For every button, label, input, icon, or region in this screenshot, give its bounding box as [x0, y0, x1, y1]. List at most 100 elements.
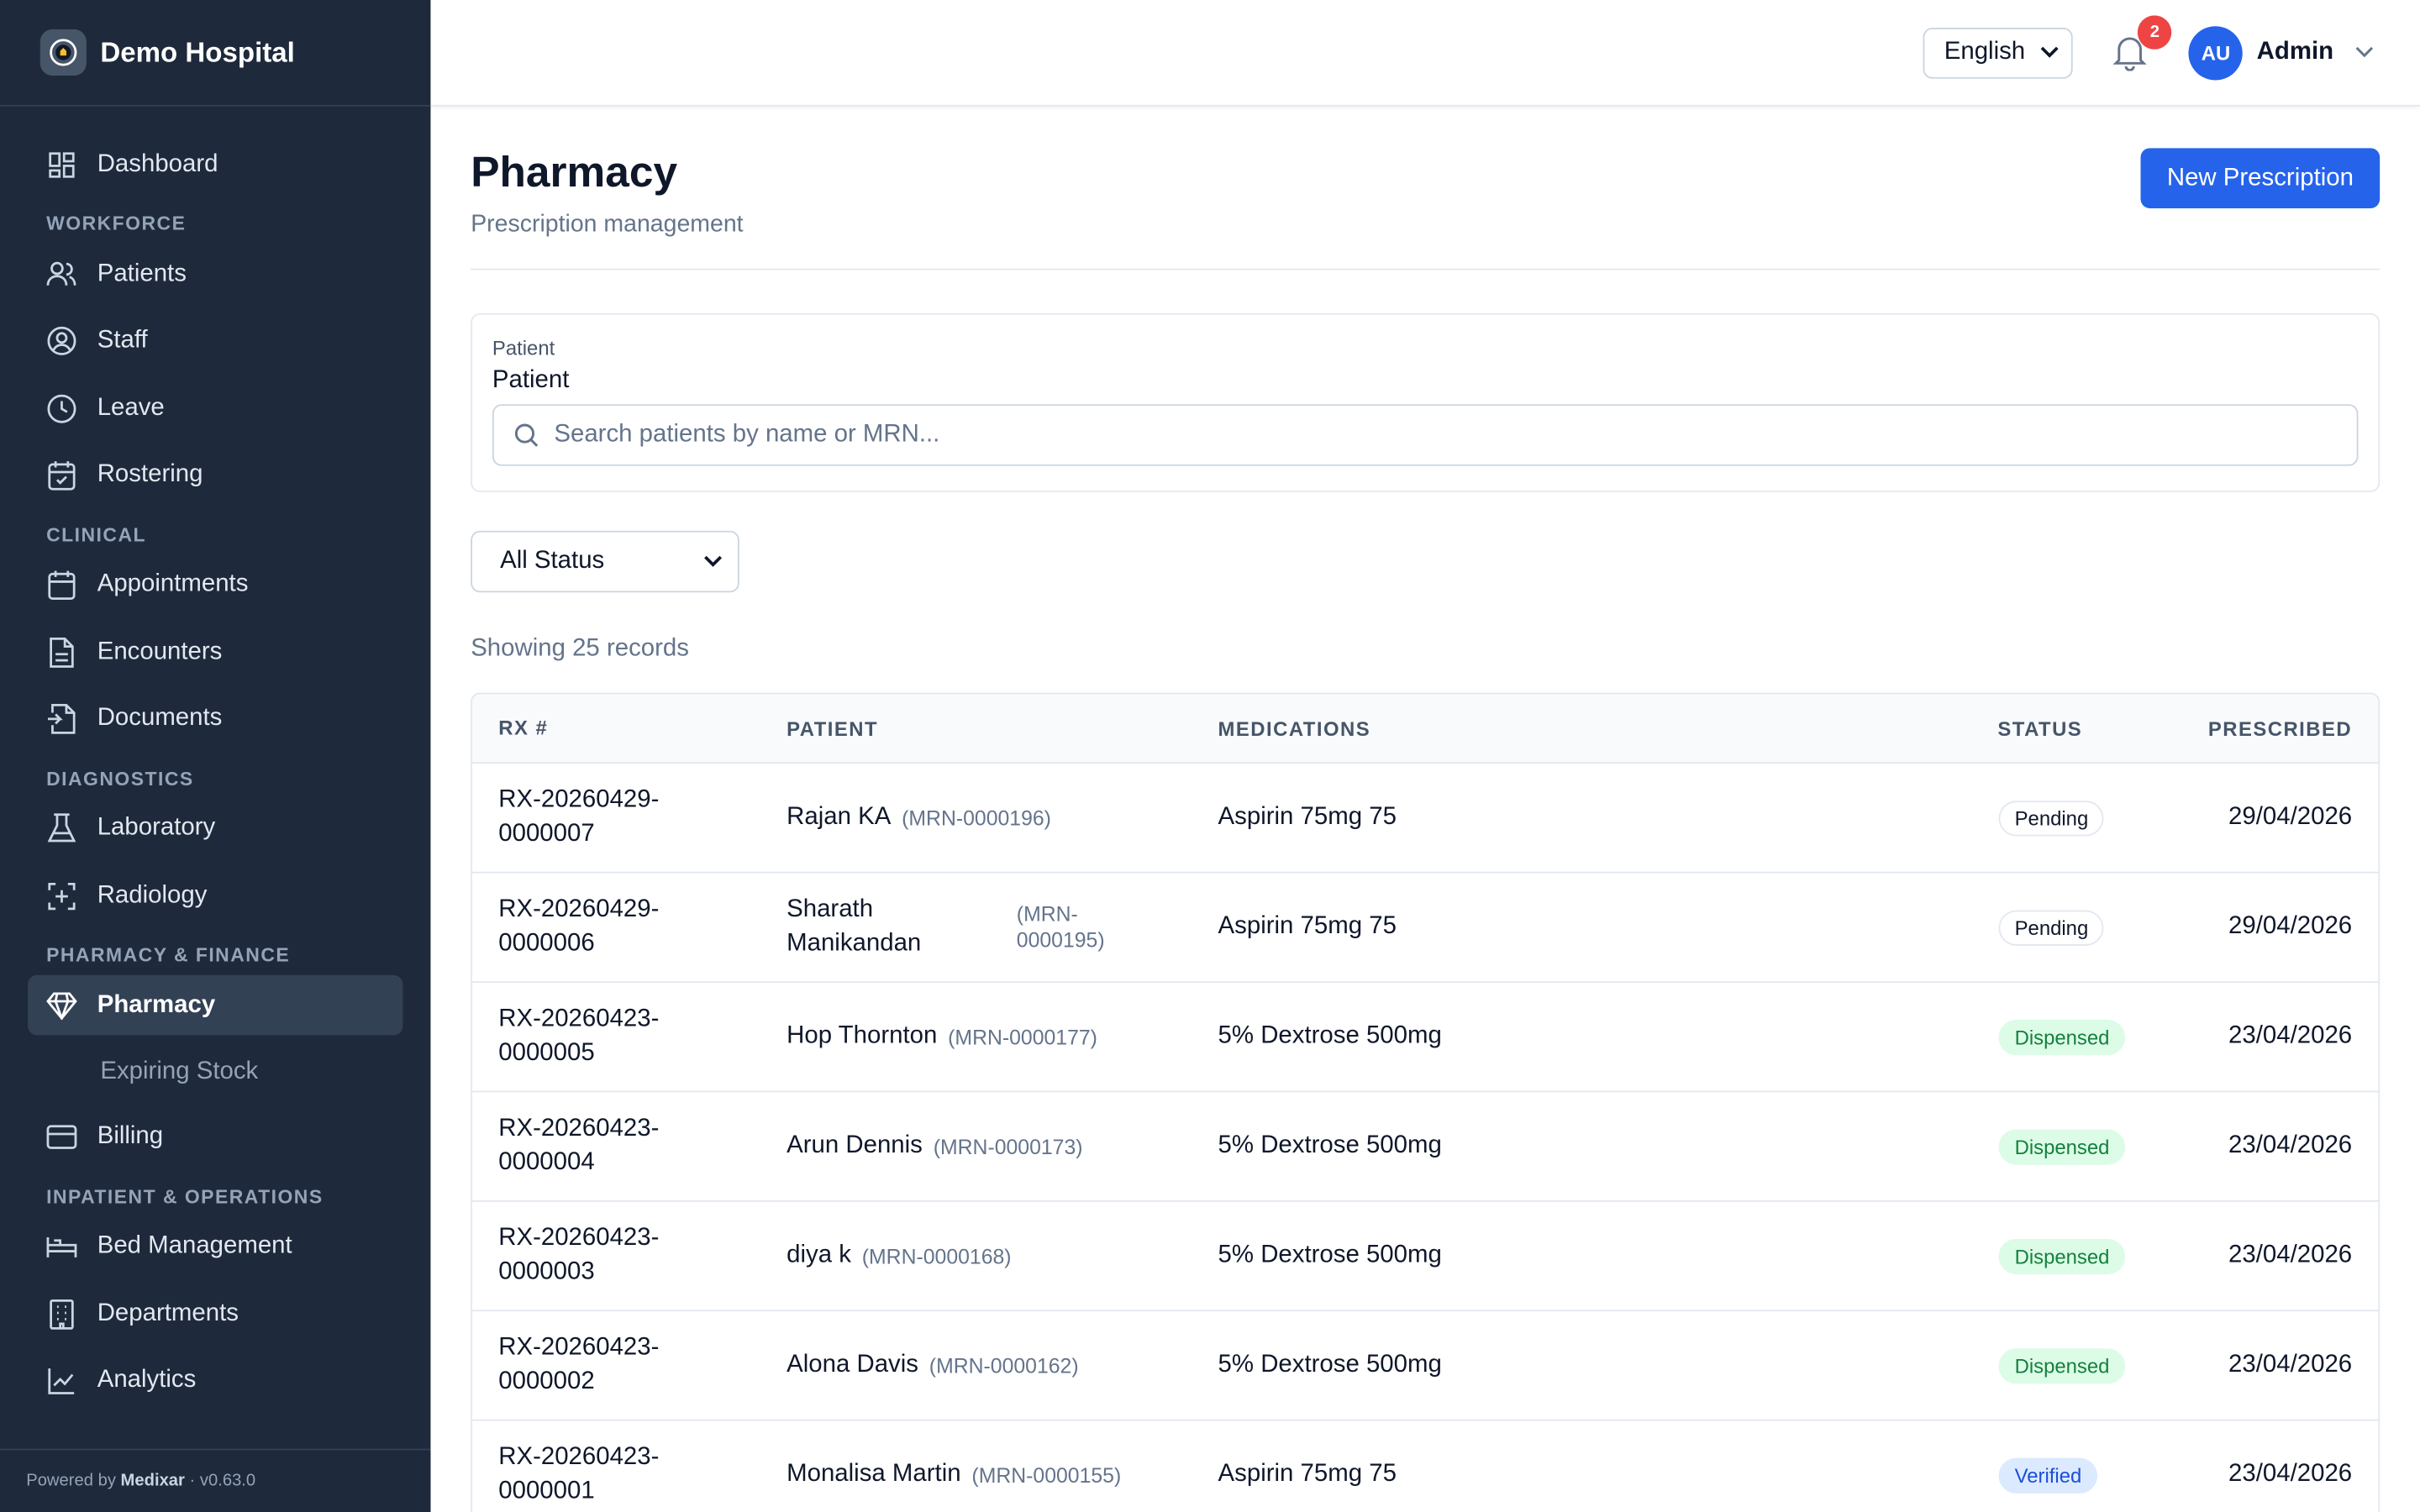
user-name[interactable]: Admin: [2257, 39, 2333, 66]
sidebar-item-analytics[interactable]: Analytics: [28, 1351, 402, 1411]
medications: Aspirin 75mg 75: [1218, 1461, 1397, 1488]
prescribed-date: 29/04/2026: [2228, 803, 2353, 831]
patient-name[interactable]: Monalisa Martin: [786, 1461, 960, 1488]
brand[interactable]: Demo Hospital: [0, 0, 431, 107]
patient-name[interactable]: Sharath Manikandan: [786, 893, 1017, 961]
sidebar-item-rostering[interactable]: Rostering: [28, 445, 402, 506]
calendar-icon: [46, 570, 77, 601]
sidebar-item-billing[interactable]: Billing: [28, 1107, 402, 1168]
status-cell: Dispensed: [1971, 1019, 2186, 1055]
rx-number[interactable]: RX-20260423- 0000004: [472, 1112, 786, 1180]
prescribed-date: 23/04/2026: [2228, 1132, 2353, 1159]
sidebar-subitem-expiring-stock[interactable]: Expiring Stock: [0, 1042, 430, 1101]
search-icon: [514, 423, 539, 447]
table-row[interactable]: RX-20260423- 0000004 Arun Dennis (MRN-0000…: [472, 1092, 2379, 1202]
table-row[interactable]: RX-20260423- 0000005 Hop Thornton (MRN-000…: [472, 983, 2379, 1093]
patient-mrn: (MRN-0000177): [948, 1025, 1097, 1049]
patient-name[interactable]: diya k: [786, 1242, 851, 1270]
patient-search-input[interactable]: Search patients by name or MRN...: [492, 404, 2359, 466]
medications: Aspirin 75mg 75: [1218, 803, 1397, 831]
language-value: English: [1944, 38, 2026, 66]
sidebar-item-appointments[interactable]: Appointments: [28, 554, 402, 615]
column-header-prescribed[interactable]: PRESCRIBED: [2186, 717, 2378, 740]
rx-number[interactable]: RX-20260423- 0000001: [472, 1441, 786, 1509]
sidebar-item-pharmacy[interactable]: Pharmacy: [28, 974, 403, 1036]
table-row[interactable]: RX-20260423- 0000003 diya k (MRN-0000168) …: [472, 1202, 2379, 1312]
sidebar-item-departments[interactable]: Departments: [28, 1284, 402, 1344]
table-row[interactable]: RX-20260429- 0000006 Sharath Manikandan (M…: [472, 874, 2379, 983]
sidebar-item-label: Rostering: [97, 461, 203, 488]
sidebar-item-label: Appointments: [97, 570, 249, 597]
sidebar-item-radiology[interactable]: Radiology: [28, 865, 402, 926]
new-prescription-button[interactable]: New Prescription: [2140, 148, 2381, 208]
flask-icon: [46, 813, 77, 844]
patient-name[interactable]: Rajan KA: [786, 804, 891, 832]
status-filter-select[interactable]: All Status: [471, 530, 739, 593]
sidebar-footer: Powered by Medixar · v0.63.0: [0, 1448, 431, 1512]
scan-icon: [46, 880, 77, 911]
prescribed-date: 23/04/2026: [2228, 1351, 2353, 1378]
main-nav: Dashboard WORKFORCE Patients Staff Leave…: [0, 107, 430, 1411]
rx-number[interactable]: RX-20260429- 0000007: [472, 784, 786, 852]
sidebar-item-patients[interactable]: Patients: [28, 244, 402, 304]
sidebar-item-leave[interactable]: Leave: [28, 378, 402, 438]
section-diagnostics: DIAGNOSTICS: [46, 767, 194, 790]
line-chart-icon: [46, 1365, 77, 1396]
language-select[interactable]: English: [1923, 27, 2074, 78]
notifications-button[interactable]: 2: [2112, 15, 2172, 71]
rx-number-part: 0000002: [498, 1368, 595, 1395]
sidebar-item-label: Bed Management: [97, 1232, 292, 1259]
rx-number[interactable]: RX-20260423- 0000003: [472, 1222, 786, 1290]
vendor-name: Medixar: [120, 1472, 185, 1491]
sidebar-item-encounters[interactable]: Encounters: [28, 622, 402, 682]
prescribed-date: 23/04/2026: [2228, 1022, 2353, 1049]
sidebar-item-documents[interactable]: Documents: [28, 689, 402, 749]
sidebar-item-label: Analytics: [97, 1367, 197, 1394]
medications: 5% Dextrose 500mg: [1218, 1132, 1442, 1159]
avatar[interactable]: AU: [2188, 25, 2244, 80]
prescribed-date: 29/04/2026: [2228, 913, 2353, 940]
rx-number[interactable]: RX-20260423- 0000002: [472, 1331, 786, 1399]
table-row[interactable]: RX-20260423- 0000002 Alona Davis (MRN-0000…: [472, 1311, 2379, 1421]
table-row[interactable]: RX-20260423- 0000001 Monalisa Martin (MRN-…: [472, 1421, 2378, 1512]
medications: 5% Dextrose 500mg: [1218, 1351, 1442, 1378]
patient-name[interactable]: Hop Thornton: [786, 1023, 937, 1051]
column-header-rx[interactable]: RX #: [472, 711, 786, 745]
sidebar-item-laboratory[interactable]: Laboratory: [28, 798, 402, 858]
bed-icon: [46, 1231, 77, 1263]
patient-cell: Monalisa Martin (MRN-0000155): [786, 1461, 1218, 1488]
rx-number-part: RX-20260423-: [498, 1005, 660, 1032]
patient-mrn: (MRN-0000155): [971, 1463, 1122, 1487]
rx-number-part: 0000005: [498, 1039, 595, 1067]
status-cell: Pending: [1971, 909, 2186, 945]
file-import-icon: [46, 703, 77, 735]
patient-mrn: (MRN-0000173): [933, 1134, 1083, 1158]
status-cell: Dispensed: [1971, 1237, 2186, 1274]
rx-number[interactable]: RX-20260423- 0000005: [472, 1003, 786, 1071]
rx-number[interactable]: RX-20260429- 0000006: [472, 893, 786, 961]
hospital-name: Demo Hospital: [100, 36, 295, 67]
sidebar-item-label: Staff: [97, 327, 148, 354]
sidebar-item-dashboard[interactable]: Dashboard: [28, 134, 402, 195]
table-row[interactable]: RX-20260429- 0000007 Rajan KA (MRN-0000196…: [472, 764, 2379, 874]
column-header-status[interactable]: STATUS: [1971, 717, 2186, 740]
status-cell: Dispensed: [1971, 1347, 2186, 1383]
page-title: Pharmacy: [471, 148, 678, 197]
user-circle-icon: [46, 326, 77, 357]
sidebar-item-label: Departments: [97, 1299, 239, 1326]
status-badge: Pending: [1999, 909, 2104, 945]
column-header-patient[interactable]: PATIENT: [786, 717, 1218, 740]
sidebar-item-label: Radiology: [97, 881, 208, 908]
sidebar-item-label: Encounters: [97, 638, 223, 664]
chevron-down-icon[interactable]: [2355, 46, 2374, 59]
column-header-medications[interactable]: MEDICATIONS: [1218, 717, 1972, 740]
rx-number-part: 0000003: [498, 1258, 595, 1285]
sidebar-item-bed-management[interactable]: Bed Management: [28, 1216, 402, 1277]
status-badge: Dispensed: [1999, 1347, 2125, 1383]
patient-name[interactable]: Arun Dennis: [786, 1132, 923, 1160]
powered-by-text: Powered by: [26, 1472, 116, 1491]
sidebar-item-staff[interactable]: Staff: [28, 311, 402, 371]
patient-name[interactable]: Alona Davis: [786, 1352, 918, 1379]
patient-mrn: (MRN- 0000195): [1017, 901, 1105, 953]
sidebar-item-label: Laboratory: [97, 814, 216, 842]
